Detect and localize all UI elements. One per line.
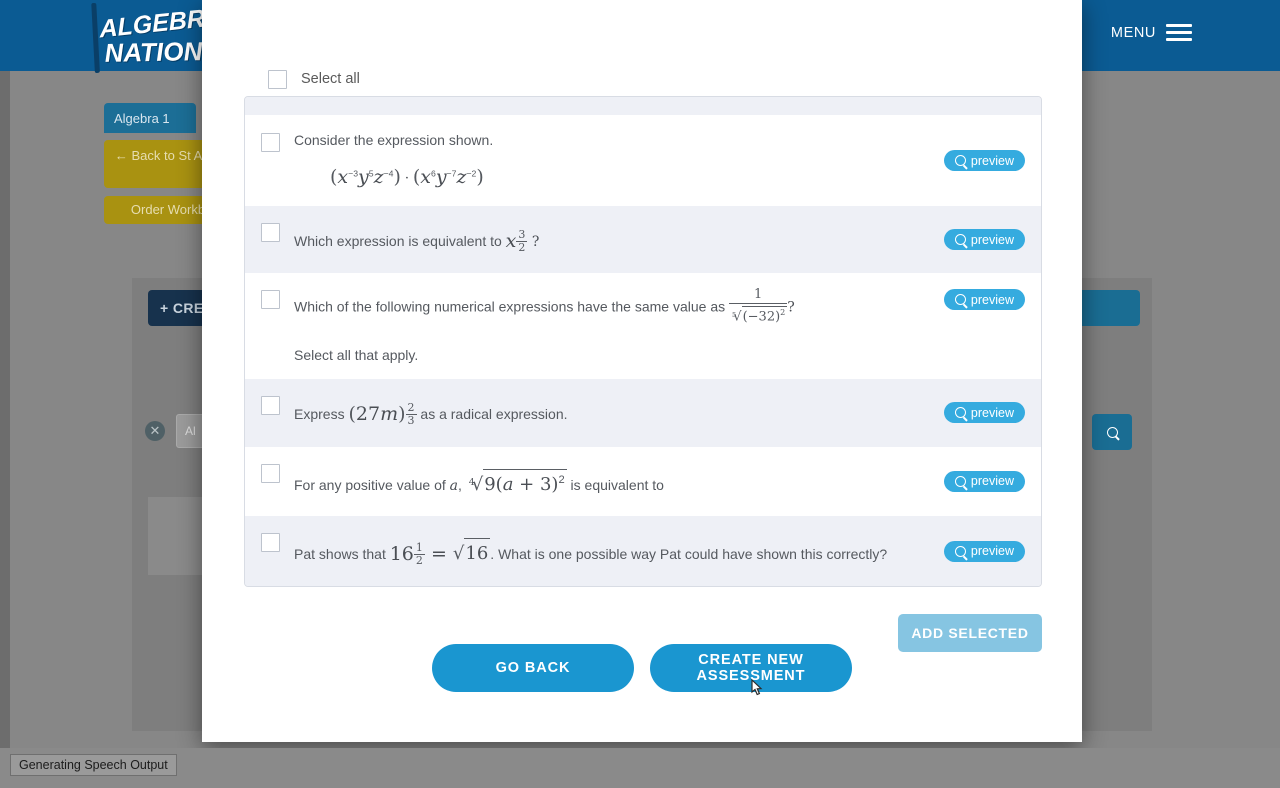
question-item-3[interactable]: Which of the following numerical express… — [245, 273, 1041, 379]
question-body-5: For any positive value of a, 4√9(a + 3)2… — [294, 447, 932, 516]
question-subtext-3: Select all that apply. — [294, 346, 419, 363]
question-body-6: Pat shows that 16 1 2 = √16. What is one p… — [294, 516, 932, 587]
question-text-4: Express — [294, 406, 349, 423]
hamburger-menu-icon[interactable] — [1166, 24, 1192, 41]
search-icon — [1106, 426, 1118, 438]
arrow-left-icon: ← — [114, 148, 128, 163]
question-list-header-strip — [245, 97, 1041, 116]
preview-cell-1: preview — [943, 150, 1025, 172]
background-tab-label: Algebra 1 — [114, 110, 170, 126]
background-tab-algebra1[interactable]: Algebra 1 — [104, 103, 196, 133]
select-all-checkbox[interactable] — [268, 69, 287, 89]
create-new-assessment-button[interactable]: CREATE NEW ASSESSMENT — [650, 644, 852, 692]
search-icon — [954, 545, 966, 557]
question-text-6: Pat shows that — [294, 545, 390, 562]
select-all-label: Select all — [301, 71, 360, 87]
preview-button-label-5: preview — [970, 474, 1014, 489]
go-back-button[interactable]: GO BACK — [432, 644, 634, 692]
question-text-3: Which of the following numerical express… — [294, 287, 795, 325]
preview-cell-4: preview — [943, 402, 1025, 424]
menu-label: MENU — [1110, 24, 1156, 41]
background-search-value: Al — [185, 424, 196, 438]
question-expression-1: (x−3y5z−4) · (x6y−7z−2) — [330, 166, 484, 189]
preview-cell-6: preview — [943, 540, 1025, 562]
status-bar: Generating Speech Output — [0, 748, 1280, 788]
question-item-6[interactable]: Pat shows that 16 1 2 = √16. What is one p… — [245, 515, 1041, 587]
modal-footer-actions: GO BACK CREATE NEW ASSESSMENT — [202, 644, 1082, 692]
search-icon — [954, 475, 966, 487]
menu-button[interactable]: MENU — [1111, 24, 1192, 41]
question-body-3: Which of the following numerical express… — [294, 273, 932, 379]
close-icon: ✕ — [149, 423, 161, 438]
fraction-expression-3: 1 5√(−32)2 — [729, 287, 788, 325]
search-icon — [954, 294, 966, 306]
preview-button-3[interactable]: preview — [943, 289, 1025, 311]
question-checkbox-1[interactable] — [261, 133, 280, 152]
question-item-1[interactable]: Consider the expression shown. (x−3y5z−4… — [245, 116, 1041, 206]
background-create-label: + CRE — [160, 300, 204, 316]
preview-button-1[interactable]: preview — [943, 150, 1025, 172]
search-icon — [954, 234, 966, 246]
preview-cell-5: preview — [943, 470, 1025, 492]
background-order-button-label: Order Workb — [130, 202, 206, 217]
question-text-2: Which expression is equivalent to — [294, 232, 506, 249]
preview-button-5[interactable]: preview — [943, 470, 1025, 492]
preview-cell-3: preview — [943, 289, 1025, 311]
search-icon — [954, 155, 966, 167]
question-item-5[interactable]: For any positive value of a, 4√9(a + 3)2… — [245, 447, 1041, 516]
question-checkbox-4[interactable] — [261, 396, 280, 416]
sqrt-16-expression: √16 — [453, 537, 491, 567]
question-checkbox-6[interactable] — [261, 532, 280, 552]
search-icon — [954, 407, 966, 419]
background-search-button[interactable] — [1092, 414, 1132, 450]
preview-button-label-4: preview — [970, 405, 1014, 420]
modal-content: Select all Consider the expression shown… — [244, 62, 1042, 653]
status-message: Generating Speech Output — [10, 754, 177, 776]
question-item-4[interactable]: Express (27m) 2 3 as a radical expression.… — [245, 379, 1041, 447]
question-text-1: Consider the expression shown. — [294, 132, 494, 148]
question-text-5: For any positive value of — [294, 476, 450, 493]
question-body-1: Consider the expression shown. (x−3y5z−4… — [294, 116, 932, 206]
select-all-row[interactable]: Select all — [244, 62, 1042, 96]
question-checkbox-5[interactable] — [261, 463, 280, 483]
background-left-strip — [0, 71, 10, 748]
question-item-2[interactable]: Which expression is equivalent to x32 ? … — [245, 205, 1041, 274]
radical-expression-5: 4√9(a + 3)2 — [466, 468, 567, 498]
preview-button-label-2: preview — [970, 232, 1014, 247]
preview-button-2[interactable]: preview — [943, 229, 1025, 251]
background-clear-icon[interactable]: ✕ — [145, 421, 165, 441]
preview-button-label-1: preview — [970, 153, 1014, 168]
question-checkbox-2[interactable] — [261, 222, 280, 242]
question-list: Consider the expression shown. (x−3y5z−4… — [244, 96, 1042, 588]
question-body-4: Express (27m) 2 3 as a radical expression. — [294, 401, 568, 427]
preview-button-label-6: preview — [970, 544, 1014, 559]
assessment-question-modal: Select all Consider the expression shown… — [202, 0, 1082, 742]
preview-button-4[interactable]: preview — [943, 402, 1025, 424]
algebra-nation-logo[interactable]: ALGEBRA NATION — [98, 1, 224, 68]
preview-button-label-3: preview — [970, 292, 1014, 307]
preview-cell-2: preview — [943, 229, 1025, 251]
question-checkbox-3[interactable] — [261, 290, 280, 310]
preview-button-6[interactable]: preview — [943, 540, 1025, 562]
question-body-2: Which expression is equivalent to x32 ? — [294, 227, 540, 254]
logo-line-2: NATION — [103, 36, 204, 68]
